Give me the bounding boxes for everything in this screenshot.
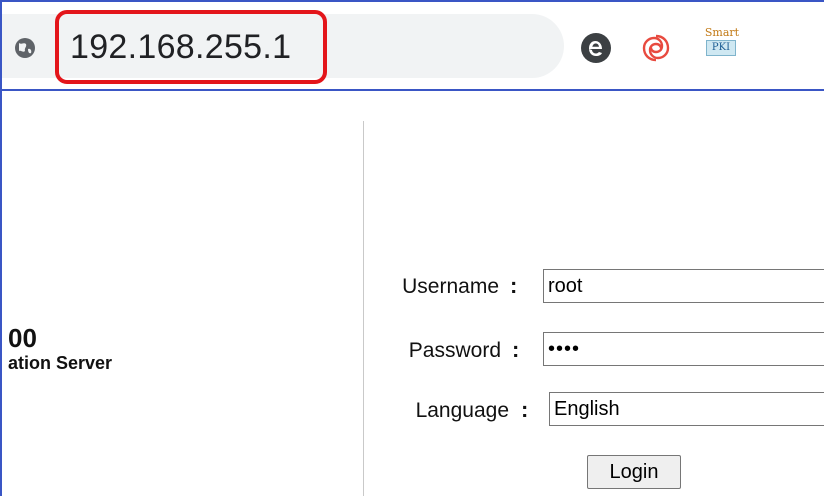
globe-icon[interactable] [14,37,36,59]
swirl-logo-icon[interactable] [640,32,672,64]
smart-pki-top-text: Smart [704,26,740,39]
login-page: 00 ation Server Username : root Password… [2,91,824,496]
product-subtitle: ation Server [8,353,113,373]
smart-pki-bottom-text: PKI [706,40,736,56]
smart-pki-icon[interactable]: Smart PKI [698,26,746,66]
username-input[interactable]: root [543,269,824,303]
url-highlight-box [55,10,327,84]
username-label: Username [402,275,499,298]
edge-e-icon[interactable] [580,32,612,64]
password-label: Password [408,339,501,362]
product-model: 00 [8,323,37,353]
vertical-divider [363,121,364,496]
username-colon: : [510,273,518,298]
login-button[interactable]: Login [587,455,681,489]
language-colon: : [521,397,529,422]
language-select[interactable]: English [549,392,824,426]
password-input[interactable]: •••• [543,332,824,366]
password-colon: : [512,337,520,362]
browser-toolbar: 192.168.255.1 Smart PKI [0,0,824,90]
language-label: Language [415,399,509,422]
